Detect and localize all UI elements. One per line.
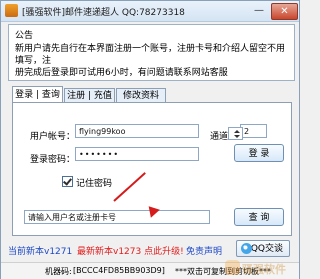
- card-query-field[interactable]: 请输入用户名或注册卡号: [24, 210, 210, 224]
- qq-icon: [241, 243, 252, 254]
- announcement-line: 册完成后登录即可试用6小时，有问题请联系网站客服: [15, 68, 228, 78]
- query-button[interactable]: 查 询: [234, 208, 284, 226]
- machine-code-label: 机器码:: [45, 267, 72, 276]
- announcement-text: 新用户请先自行在本界面注册一个账号，注册卡号和介绍人留空不用填写，注 册完成后登…: [15, 43, 289, 79]
- qq-chat-label: QQ交谈: [250, 244, 283, 254]
- announcement-line: 新用户请先自行在本界面注册一个账号，注册卡号和介绍人留空不用填写，注: [15, 44, 286, 66]
- channel-spinner[interactable]: [228, 127, 243, 140]
- username-field[interactable]: flying99koo: [75, 124, 199, 138]
- chevron-down-icon[interactable]: [234, 135, 240, 138]
- password-field[interactable]: •••••••: [75, 147, 199, 161]
- tab-register-recharge[interactable]: 注册 | 充值: [64, 88, 115, 103]
- password-label: 登录密码：: [30, 155, 76, 165]
- channel-field[interactable]: 2: [240, 124, 267, 138]
- window-title: [骚强软件]邮件速递超人 QQ:78273318: [22, 8, 185, 18]
- username-label: 用户帐号：: [30, 132, 76, 142]
- tab-edit-profile[interactable]: 修改资料: [116, 88, 166, 103]
- machine-code-value[interactable]: [BCCC4FD85BB903D9]: [73, 266, 165, 275]
- close-button[interactable]: ✕: [271, 3, 298, 20]
- remember-password-checkbox[interactable]: [62, 176, 73, 187]
- app-window: [骚强软件]邮件速递超人 QQ:78273318 — ✕ 公告 新用户请先自行在…: [0, 0, 300, 279]
- minimize-button[interactable]: —: [249, 3, 269, 18]
- login-button[interactable]: 登 录: [234, 144, 284, 162]
- remember-password-label: 记住密码: [76, 179, 113, 189]
- qq-chat-button[interactable]: QQ交谈: [236, 240, 290, 257]
- chevron-up-icon[interactable]: [234, 130, 240, 133]
- announcement-panel: 公告 新用户请先自行在本界面注册一个账号，注册卡号和介绍人留空不用填写，注 册完…: [8, 24, 295, 81]
- free-statement-link[interactable]: 免责声明: [186, 244, 222, 257]
- brand-logo: [225, 260, 240, 275]
- brand-watermark: 骚强软件: [225, 259, 295, 277]
- current-version-label: 当前新本v1271: [8, 247, 73, 257]
- upgrade-link[interactable]: 最新新本v1273 点此升级!: [77, 244, 184, 257]
- brand-text: 骚强软件: [242, 263, 286, 276]
- announcement-title: 公告: [15, 31, 34, 41]
- app-icon: [5, 4, 18, 17]
- title-bar: [骚强软件]邮件速递超人 QQ:78273318 — ✕: [1, 1, 299, 22]
